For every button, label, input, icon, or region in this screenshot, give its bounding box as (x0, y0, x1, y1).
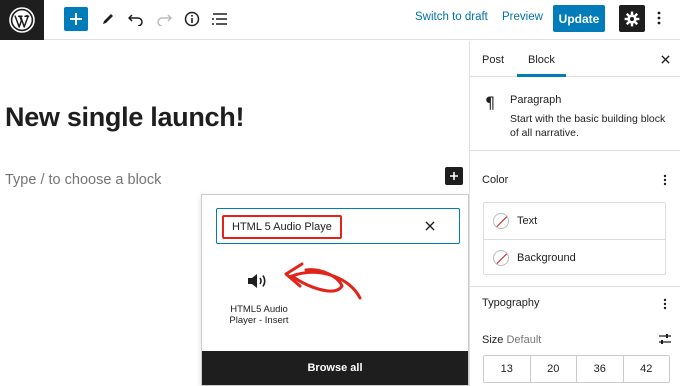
switch-to-draft-link[interactable]: Switch to draft (415, 11, 488, 23)
details-button[interactable] (180, 6, 204, 32)
font-size-value: Default (506, 334, 542, 346)
font-size-label: Size Default (482, 334, 541, 346)
update-button[interactable]: Update (553, 5, 605, 32)
color-panel-title: Color (482, 174, 509, 186)
options-button[interactable] (652, 6, 666, 30)
block-search-box (216, 208, 460, 244)
close-icon (425, 221, 435, 231)
browse-all-button[interactable]: Browse all (202, 351, 468, 385)
block-search-input[interactable] (222, 215, 342, 239)
color-options-button[interactable] (660, 172, 670, 188)
block-card: ¶ Paragraph Start with the basic buildin… (470, 78, 680, 151)
pencil-icon (103, 14, 113, 24)
block-placeholder[interactable]: Type / to choose a block (5, 172, 161, 188)
color-item-label: Text (517, 215, 538, 227)
gear-icon (624, 11, 640, 26)
close-icon (660, 54, 670, 64)
empty-swatch-icon (493, 213, 509, 229)
font-size-option[interactable]: 42 (624, 356, 670, 382)
tools-button[interactable] (96, 6, 120, 32)
typography-panel: Typography Size Default 13 20 36 42 (470, 288, 680, 386)
undo-button[interactable] (124, 6, 148, 32)
more-vertical-icon (663, 174, 667, 186)
list-view-icon (212, 13, 227, 25)
color-panel: Color Text Background (470, 152, 680, 287)
more-vertical-icon (663, 298, 667, 310)
speaker-icon (246, 271, 268, 291)
tab-block[interactable]: Block (528, 54, 555, 66)
preview-link[interactable]: Preview (502, 11, 543, 23)
clear-search-button[interactable] (422, 218, 438, 234)
editor-toolbar: Switch to draft Preview Update (0, 0, 680, 40)
sidebar-tabs: Post Block (470, 41, 680, 77)
color-options-list: Text Background (483, 202, 666, 275)
font-size-picker: 13 20 36 42 (483, 355, 670, 383)
inline-add-block-button[interactable] (445, 167, 463, 185)
tab-post[interactable]: Post (482, 54, 504, 66)
annotation-arrow-icon (284, 262, 362, 300)
redo-icon (157, 14, 172, 26)
color-item-text[interactable]: Text (484, 203, 665, 239)
plus-icon (450, 172, 458, 180)
close-sidebar-button[interactable] (658, 52, 672, 66)
plus-icon (70, 13, 82, 25)
paragraph-icon: ¶ (485, 93, 496, 112)
settings-button[interactable] (619, 5, 645, 32)
add-block-button[interactable] (64, 7, 88, 31)
color-item-background[interactable]: Background (484, 239, 665, 275)
typography-options-button[interactable] (660, 296, 670, 312)
custom-size-sliders-icon[interactable] (658, 332, 672, 346)
block-description: Start with the basic building block of a… (510, 113, 666, 139)
font-size-option[interactable]: 20 (531, 356, 577, 382)
empty-swatch-icon (493, 249, 509, 266)
info-icon (184, 11, 200, 27)
color-item-label: Background (517, 251, 576, 264)
typography-panel-title: Typography (482, 297, 540, 309)
block-name: Paragraph (510, 94, 562, 106)
font-size-label-text: Size (482, 334, 504, 346)
wordpress-logo-icon[interactable] (0, 0, 44, 40)
list-view-button[interactable] (208, 6, 232, 32)
active-tab-indicator (517, 74, 566, 77)
settings-sidebar: Post Block ¶ Paragraph Start with the ba… (469, 41, 680, 386)
undo-icon (128, 14, 143, 26)
more-vertical-icon (657, 11, 661, 25)
font-size-option[interactable]: 13 (484, 356, 531, 382)
font-size-option[interactable]: 36 (577, 356, 624, 382)
post-title[interactable]: New single launch! (5, 102, 244, 133)
redo-button[interactable] (152, 6, 176, 32)
